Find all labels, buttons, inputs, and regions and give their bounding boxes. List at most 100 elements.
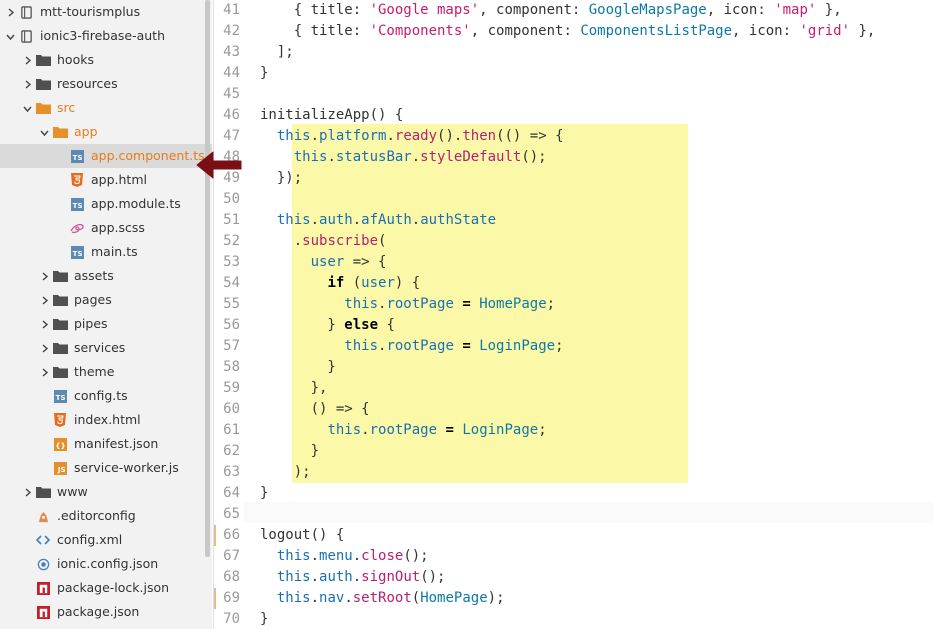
code-line: ]; [260, 42, 294, 63]
line-number: 53 [223, 254, 240, 270]
code-token: rootPage [386, 338, 454, 354]
code-token: . [310, 128, 320, 144]
code-token: auth [319, 212, 353, 228]
tree-item-package-lock-json[interactable]: package-lock.json [0, 576, 212, 600]
chevron-right-icon[interactable] [38, 366, 50, 378]
tree-item-assets[interactable]: assets [0, 264, 212, 288]
tree-item-src[interactable]: src [0, 96, 212, 120]
tree-item-app-html[interactable]: app.html [0, 168, 212, 192]
tree-item-label: resources [57, 76, 118, 91]
code-token: rootPage [386, 296, 454, 312]
tree-item-manifest-json[interactable]: {} manifest.json [0, 432, 212, 456]
ts-file-icon: TS [52, 388, 68, 404]
line-number: 69 [223, 590, 240, 606]
code-token: rootPage [369, 422, 438, 438]
code-token: ]; [260, 44, 294, 60]
code-token: menu [319, 548, 353, 564]
code-line: } [260, 441, 319, 462]
line-number: 64 [223, 485, 240, 501]
tree-item-label: package-lock.json [57, 580, 170, 595]
line-number: 57 [223, 338, 240, 354]
code-token: . [386, 128, 395, 144]
tree-item-services[interactable]: services [0, 336, 212, 360]
folder-icon [52, 364, 68, 380]
code-token: . [352, 212, 362, 228]
tree-item-app[interactable]: app [0, 120, 212, 144]
code-token: close [361, 548, 404, 564]
tree-item-index-html[interactable]: index.html [0, 408, 212, 432]
tree-item-theme[interactable]: theme [0, 360, 212, 384]
tree-item-package-json[interactable]: package.json [0, 600, 212, 624]
code-token: . [361, 422, 370, 438]
chevron-right-icon[interactable] [38, 318, 50, 330]
code-token: }, [260, 380, 328, 396]
code-line: user => { [260, 252, 387, 273]
chevron-right-icon[interactable] [21, 486, 33, 498]
code-token: else [344, 317, 379, 333]
tree-item-service-worker-js[interactable]: JS service-worker.js [0, 456, 212, 480]
tree-item-label: config.xml [57, 532, 123, 547]
svg-text:{}: {} [55, 440, 66, 449]
chevron-down-icon[interactable] [38, 126, 50, 138]
chevron-down-icon[interactable] [21, 102, 33, 114]
tree-item-app-scss[interactable]: app.scss [0, 216, 212, 240]
code-token: if [327, 275, 345, 291]
tree-item-mtt-tourismplus[interactable]: mtt-tourismplus [0, 0, 212, 24]
code-token: }); [260, 170, 303, 186]
chevron-right-icon[interactable] [38, 294, 50, 306]
tree-item-ionic3-firebase-auth[interactable]: ionic3-firebase-auth [0, 24, 212, 48]
ts-file-icon: TS [69, 196, 85, 212]
tree-item-editorconfig[interactable]: .editorconfig [0, 504, 212, 528]
tree-item-pipes[interactable]: pipes [0, 312, 212, 336]
chevron-right-icon[interactable] [38, 270, 50, 282]
sidebar-scrollbar[interactable] [205, 0, 210, 557]
code-token: = [462, 296, 471, 312]
code-token: subscribe [302, 233, 379, 249]
line-number: 55 [223, 296, 240, 312]
line-number: 66 [223, 527, 240, 543]
code-token: (); [403, 548, 429, 564]
tree-item-ionic-config-json[interactable]: ionic.config.json [0, 552, 212, 576]
chevron-right-icon[interactable] [21, 78, 33, 90]
code-token: this [276, 128, 311, 144]
tree-item-config-xml[interactable]: config.xml [0, 528, 212, 552]
code-token: (). [437, 128, 463, 144]
tree-item-label: src [57, 100, 76, 115]
code-line: () => { [260, 399, 370, 420]
tree-item-label: config.ts [74, 388, 128, 403]
tree-item-pages[interactable]: pages [0, 288, 212, 312]
tree-item-app-module-ts[interactable]: TS app.module.ts [0, 192, 212, 216]
code-line: this.auth.signOut(); [260, 567, 446, 588]
code-token: LoginPage [479, 338, 556, 354]
tree-item-app-component-ts[interactable]: TS app.component.ts [0, 144, 212, 168]
npm-file-icon [35, 604, 51, 620]
tree-item-main-ts[interactable]: TS main.ts [0, 240, 212, 264]
line-number: 45 [223, 86, 240, 102]
code-token: statusBar [335, 149, 412, 165]
tree-item-hooks[interactable]: hooks [0, 48, 212, 72]
tree-item-config-ts[interactable]: TS config.ts [0, 384, 212, 408]
code-token: } [260, 611, 269, 627]
tree-item-resources[interactable]: resources [0, 72, 212, 96]
line-number: 41 [223, 2, 240, 18]
chevron-right-icon[interactable] [4, 6, 16, 18]
tree-item-label: theme [74, 364, 115, 379]
folder-icon [52, 340, 68, 356]
chevron-down-icon[interactable] [4, 30, 16, 42]
current-line-highlight [244, 502, 934, 523]
tree-item-www[interactable]: www [0, 480, 212, 504]
line-number: 47 [223, 128, 240, 144]
code-token: ( [378, 233, 387, 249]
chevron-right-icon[interactable] [38, 342, 50, 354]
code-token: . [352, 569, 362, 585]
code-token: , component: [479, 2, 589, 18]
code-token: afAuth [361, 212, 412, 228]
chevron-right-icon[interactable] [21, 54, 33, 66]
